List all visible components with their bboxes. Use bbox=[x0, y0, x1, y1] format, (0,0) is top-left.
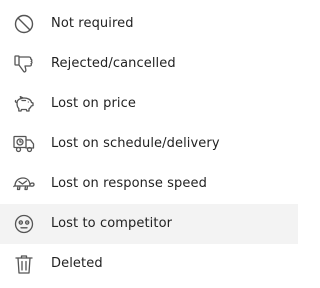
menu-item-label: Rejected/cancelled bbox=[51, 56, 176, 71]
menu-item-label: Lost on price bbox=[51, 96, 136, 111]
prohibited-icon bbox=[12, 13, 36, 35]
menu-item-label: Lost on schedule/delivery bbox=[51, 136, 220, 151]
menu-item-rejected-cancelled[interactable]: Rejected/cancelled bbox=[0, 44, 298, 84]
loss-reason-menu: Not required Rejected/cancelled Lost on … bbox=[0, 0, 298, 288]
menu-item-deleted[interactable]: Deleted bbox=[0, 244, 298, 284]
trash-icon bbox=[12, 253, 36, 275]
turtle-icon bbox=[12, 173, 36, 195]
menu-item-label: Lost on response speed bbox=[51, 176, 207, 191]
menu-item-lost-on-response-speed[interactable]: Lost on response speed bbox=[0, 164, 298, 204]
menu-item-label: Deleted bbox=[51, 256, 103, 271]
annoyed-face-icon bbox=[12, 213, 36, 235]
menu-item-lost-to-competitor[interactable]: Lost to competitor bbox=[0, 204, 298, 244]
delivery-truck-icon bbox=[12, 133, 36, 155]
menu-item-lost-on-price[interactable]: Lost on price bbox=[0, 84, 298, 124]
menu-item-lost-on-schedule-delivery[interactable]: Lost on schedule/delivery bbox=[0, 124, 298, 164]
menu-item-label: Lost to competitor bbox=[51, 216, 173, 231]
thumbs-down-icon bbox=[12, 53, 36, 75]
menu-item-not-required[interactable]: Not required bbox=[0, 4, 298, 44]
menu-item-label: Not required bbox=[51, 16, 134, 31]
piggy-bank-icon bbox=[12, 93, 36, 115]
